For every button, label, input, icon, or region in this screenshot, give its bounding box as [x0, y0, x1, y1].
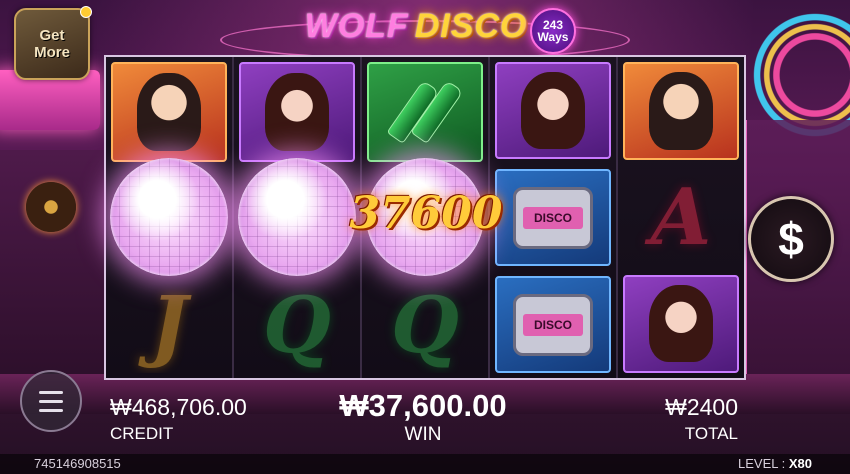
pager-screen: DISCO — [523, 313, 583, 336]
pager-icon: DISCO — [513, 293, 593, 356]
symbol-pager: DISCO — [495, 276, 611, 373]
woman-portrait-icon — [264, 72, 330, 152]
woman-portrait-icon — [648, 285, 714, 363]
level-value: X80 — [788, 456, 812, 471]
total-bet-label: TOTAL — [684, 424, 738, 443]
symbol-bottles — [367, 62, 483, 162]
symbol-woman — [623, 274, 739, 373]
credit-value: ₩468,706.00 — [110, 394, 247, 420]
reel-5: A — [618, 57, 744, 378]
letter-q: Q — [263, 279, 331, 371]
game-stage: WOLF DISCO 243 Ways Get More J Q Q DISCO… — [0, 0, 850, 474]
man-portrait-icon — [136, 72, 202, 152]
disco-ball-icon — [110, 158, 228, 276]
ways-badge: 243 Ways — [530, 8, 576, 54]
ways-label: Ways — [537, 30, 569, 44]
level-label: LEVEL : — [738, 456, 789, 471]
game-logo: WOLF DISCO — [304, 4, 528, 48]
total-bet-value[interactable]: ₩2400 — [646, 394, 738, 421]
win-amount-overlay: 37600 — [349, 188, 503, 239]
level-indicator: LEVEL : X80 — [738, 456, 812, 471]
letter-a: A — [650, 171, 712, 263]
man-portrait-icon — [648, 72, 714, 150]
hamburger-icon — [39, 408, 63, 412]
get-more-line1: Get — [39, 27, 65, 44]
gold-record-decoration — [26, 182, 76, 232]
symbol-letter-j: J — [111, 277, 227, 373]
credit-label: CREDIT — [110, 424, 174, 443]
symbol-woman — [495, 62, 611, 159]
symbol-woman — [239, 62, 355, 162]
notification-dot — [80, 6, 92, 18]
hamburger-icon — [39, 390, 63, 394]
win-value: ₩37,600.00 — [339, 388, 507, 423]
disco-ball-icon — [238, 158, 356, 276]
letter-j: J — [150, 279, 188, 371]
symbol-man — [111, 62, 227, 162]
session-id: 745146908515 — [34, 456, 121, 471]
menu-button[interactable] — [20, 370, 82, 432]
dollar-icon: $ — [778, 213, 804, 265]
pager-screen: DISCO — [523, 206, 583, 229]
reel-4: DISCO DISCO — [490, 57, 618, 378]
hamburger-icon — [39, 399, 63, 403]
get-more-line2: More — [34, 44, 70, 61]
pager-icon: DISCO — [513, 186, 593, 249]
logo-word-disco: DISCO — [414, 6, 528, 45]
get-more-button[interactable]: Get More — [14, 6, 92, 80]
symbol-pager: DISCO — [495, 169, 611, 266]
footer-bar — [0, 454, 850, 474]
woman-portrait-icon — [520, 72, 586, 149]
spin-button[interactable]: $ — [748, 196, 834, 282]
logo-word-wolf: WOLF — [304, 6, 409, 45]
symbol-letter-a: A — [623, 170, 739, 264]
symbol-man — [623, 62, 739, 161]
symbol-letter-q: Q — [367, 277, 483, 373]
win-label: WIN — [404, 424, 442, 445]
symbol-letter-q: Q — [239, 277, 355, 373]
letter-q: Q — [391, 279, 459, 371]
